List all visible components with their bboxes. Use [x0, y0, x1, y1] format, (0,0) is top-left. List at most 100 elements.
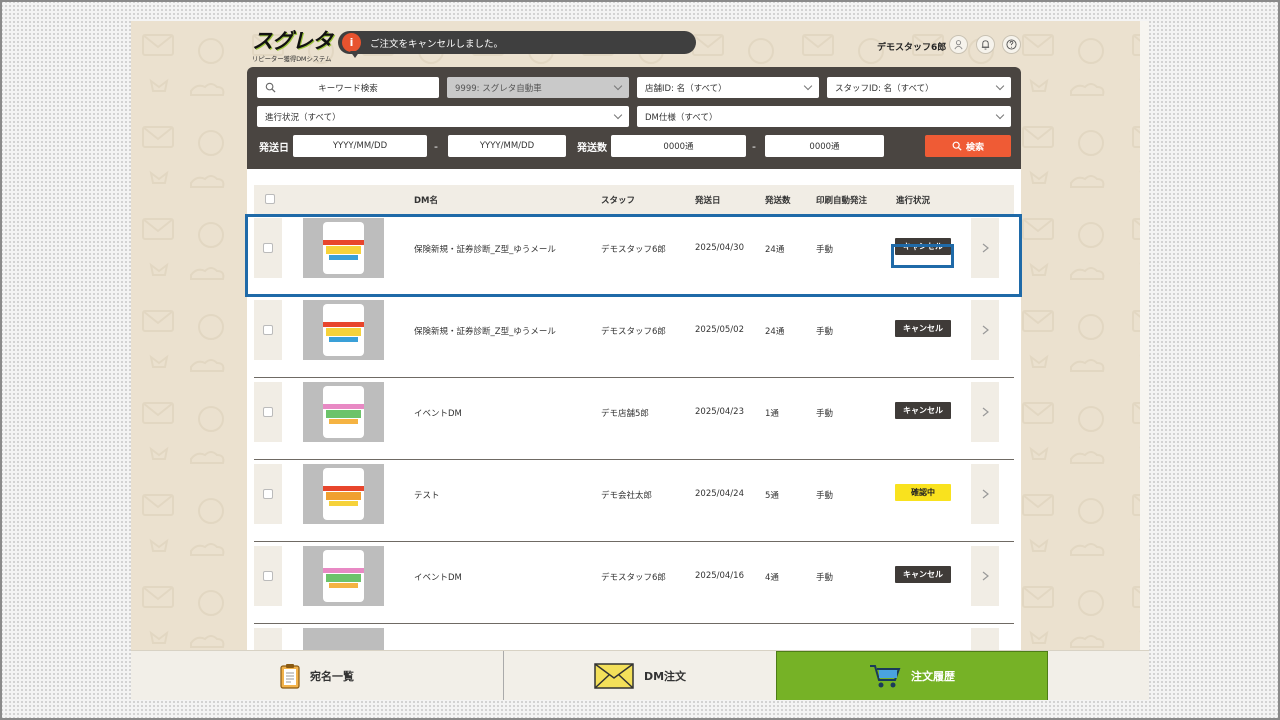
status-badge: キャンセル — [895, 566, 951, 583]
count-from-input[interactable]: 0000通 — [611, 135, 746, 157]
ship-date-label: 発送日 — [259, 143, 289, 154]
dm-thumbnail[interactable] — [303, 300, 384, 360]
select-all-checkbox[interactable] — [265, 194, 275, 204]
row-detail-button[interactable] — [971, 628, 999, 651]
notification-button[interactable] — [976, 35, 995, 54]
scrollbar-track[interactable] — [1140, 21, 1149, 650]
store-select[interactable]: 店舗ID: 名（すべて） — [637, 77, 819, 98]
header-ship-count: 発送数 — [765, 196, 791, 206]
staff-select-value: スタッフID: 名（すべて） — [835, 83, 934, 94]
dm-thumbnail[interactable] — [303, 628, 384, 651]
tab-order-history[interactable]: 注文履歴 — [776, 651, 1048, 700]
table-row[interactable]: イベントDM デモ店舗5郎 2025/04/23 1通 手動 キャンセル — [254, 378, 1014, 460]
cart-icon — [870, 665, 901, 688]
row-checkbox[interactable] — [263, 325, 273, 335]
tab-dm-order-label: DM注文 — [643, 670, 687, 683]
dm-thumbnail[interactable] — [303, 464, 384, 524]
tab-order-history-label: 注文履歴 — [911, 670, 955, 683]
company-select[interactable]: 9999: スグレタ自動車 — [447, 77, 629, 98]
table-row-partial[interactable] — [254, 624, 1014, 651]
envelope-icon — [594, 663, 634, 689]
chevron-right-icon — [982, 243, 989, 253]
search-icon — [952, 141, 962, 151]
user-name: デモスタッフ6郎 — [877, 43, 947, 53]
company-select-value: 9999: スグレタ自動車 — [455, 83, 542, 94]
row-checkbox[interactable] — [263, 243, 273, 253]
row-checkbox[interactable] — [263, 489, 273, 499]
date-from-input[interactable]: YYYY/MM/DD — [293, 135, 427, 157]
date-separator: - — [434, 140, 438, 153]
search-button[interactable]: 検索 — [925, 135, 1011, 157]
keyword-search-input[interactable]: キーワード検索 — [257, 77, 439, 98]
row-checkbox-cell — [254, 218, 282, 278]
header-dm-name: DM名 — [414, 196, 439, 206]
status-badge: キャンセル — [895, 320, 951, 337]
search-icon — [265, 82, 276, 93]
table-row[interactable]: 保険新規・証券診断_Z型_ゆうメール デモスタッフ6郎 2025/04/30 2… — [254, 214, 1014, 296]
dm-thumbnail[interactable] — [303, 546, 384, 606]
chevron-right-icon — [982, 325, 989, 335]
row-checkbox-cell — [254, 464, 282, 524]
row-dm-name: イベントDM — [414, 573, 462, 583]
row-checkbox[interactable] — [263, 407, 273, 417]
chevron-down-icon — [613, 81, 623, 91]
tab-address-list[interactable]: 宛名一覧 — [131, 651, 503, 700]
row-auto-print: 手動 — [816, 245, 834, 255]
row-auto-print: 手動 — [816, 491, 834, 501]
dm-thumbnail-card — [323, 550, 364, 602]
row-ship-count: 24通 — [765, 327, 785, 337]
app-logo[interactable]: スグレタ リピーター獲得DMシステム — [252, 30, 333, 63]
row-ship-count: 4通 — [765, 573, 779, 583]
toast-message: ご注文をキャンセルしました。 — [370, 38, 504, 50]
filter-panel: キーワード検索 9999: スグレタ自動車 店舗ID: 名（すべて） スタッフI… — [247, 67, 1021, 169]
row-detail-button[interactable] — [971, 546, 999, 606]
status-badge: キャンセル — [895, 402, 951, 419]
dm-spec-select[interactable]: DM仕様（すべて） — [637, 106, 1011, 127]
staff-select[interactable]: スタッフID: 名（すべて） — [827, 77, 1011, 98]
help-button[interactable] — [1002, 35, 1021, 54]
dm-thumbnail-card — [323, 468, 364, 520]
count-to-input[interactable]: 0000通 — [765, 135, 884, 157]
tab-dm-order[interactable]: DM注文 — [504, 651, 776, 700]
row-staff: デモ会社太郎 — [601, 491, 653, 501]
row-staff: デモスタッフ6郎 — [601, 327, 666, 337]
row-detail-button[interactable] — [971, 382, 999, 442]
table-row[interactable]: テスト デモ会社太郎 2025/04/24 5通 手動 確認中 — [254, 460, 1014, 542]
row-ship-count: 5通 — [765, 491, 779, 501]
row-ship-date: 2025/04/30 — [695, 243, 744, 253]
user-button[interactable] — [949, 35, 968, 54]
dm-thumbnail[interactable] — [303, 382, 384, 442]
row-detail-button[interactable] — [971, 464, 999, 524]
date-from-placeholder: YYYY/MM/DD — [332, 141, 388, 151]
row-auto-print: 手動 — [816, 409, 834, 419]
chevron-right-icon — [982, 571, 989, 581]
progress-select-value: 進行状況（すべて） — [265, 112, 341, 123]
row-detail-button[interactable] — [971, 218, 999, 278]
chevron-down-icon — [803, 81, 813, 91]
order-history-list: DM名 スタッフ 発送日 発送数 印刷自動発注 進行状況 保険新規・証券診断_Z… — [247, 169, 1021, 651]
count-separator: - — [752, 140, 756, 153]
dm-thumbnail-card — [323, 222, 364, 274]
row-ship-date: 2025/04/24 — [695, 489, 744, 499]
table-row[interactable]: イベントDM デモスタッフ6郎 2025/04/16 4通 手動 キャンセル — [254, 542, 1014, 624]
row-detail-button[interactable] — [971, 300, 999, 360]
row-ship-date: 2025/04/23 — [695, 407, 744, 417]
bottom-navigation: 宛名一覧 DM注文 注文履歴 — [131, 650, 1149, 700]
logo-sub-text: リピーター獲得DMシステム — [252, 55, 332, 63]
chevron-down-icon — [995, 81, 1005, 91]
store-select-value: 店舗ID: 名（すべて） — [645, 83, 727, 94]
toast-tail — [350, 51, 360, 58]
progress-select[interactable]: 進行状況（すべて） — [257, 106, 629, 127]
chevron-right-icon — [982, 407, 989, 417]
dm-thumbnail[interactable] — [303, 218, 384, 278]
row-checkbox[interactable] — [263, 571, 273, 581]
count-from-placeholder: 0000通 — [663, 142, 694, 152]
table-row[interactable]: 保険新規・証券診断_Z型_ゆうメール デモスタッフ6郎 2025/05/02 2… — [254, 296, 1014, 378]
date-to-placeholder: YYYY/MM/DD — [479, 141, 535, 151]
table-header: DM名 スタッフ 発送日 発送数 印刷自動発注 進行状況 — [254, 185, 1014, 214]
notification-toast: i ご注文をキャンセルしました。 — [338, 31, 696, 58]
date-to-input[interactable]: YYYY/MM/DD — [448, 135, 566, 157]
header-auto-print: 印刷自動発注 — [816, 196, 868, 206]
row-ship-count: 24通 — [765, 245, 785, 255]
row-checkbox-cell — [254, 628, 282, 651]
